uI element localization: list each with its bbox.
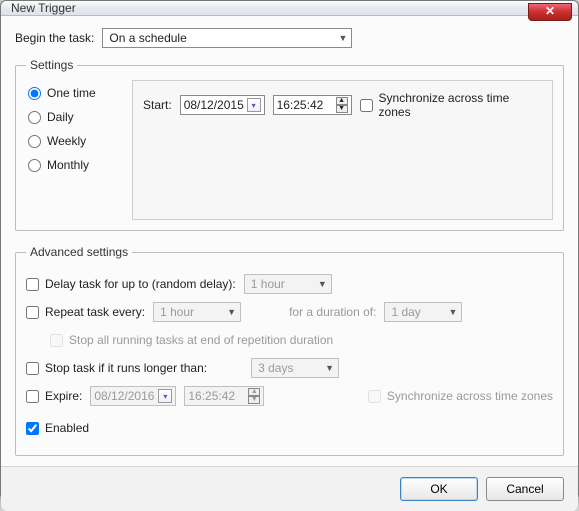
expire-time-input[interactable]: 16:25:42 ▲ ▼	[184, 386, 264, 406]
radio-onetime-label: One time	[47, 86, 96, 100]
stop-if-longer-select[interactable]: 3 days ▼	[251, 358, 339, 378]
repeat-task-select[interactable]: 1 hour ▼	[153, 302, 241, 322]
window-title: New Trigger	[11, 1, 76, 15]
spinner-up-icon[interactable]: ▲	[336, 97, 348, 105]
delay-task-label: Delay task for up to (random delay):	[45, 277, 236, 291]
begin-task-select[interactable]: On a schedule ▼	[102, 28, 352, 48]
radio-weekly-label: Weekly	[47, 134, 86, 148]
stop-all-tasks-checkbox	[50, 334, 63, 347]
radio-monthly[interactable]: Monthly	[28, 158, 114, 172]
expire-sync-checkbox	[368, 390, 381, 403]
settings-group: Settings One time Daily Weekly	[15, 58, 564, 231]
stop-if-longer-label: Stop task if it runs longer than:	[45, 361, 207, 375]
stop-all-tasks-label: Stop all running tasks at end of repetit…	[69, 333, 333, 347]
start-time-value: 16:25:42	[277, 98, 324, 112]
start-date-value: 08/12/2015	[184, 98, 244, 112]
chevron-down-icon: ▼	[318, 279, 327, 289]
delay-task-select[interactable]: 1 hour ▼	[244, 274, 332, 294]
expire-sync-label: Synchronize across time zones	[387, 389, 553, 403]
begin-task-label: Begin the task:	[15, 31, 94, 45]
radio-daily-label: Daily	[47, 110, 74, 124]
expire-sync-timezones: Synchronize across time zones	[368, 389, 553, 403]
repeat-task-value: 1 hour	[160, 305, 194, 319]
enabled-label: Enabled	[45, 421, 89, 435]
expire-date-value: 08/12/2016	[94, 389, 154, 403]
stop-if-longer[interactable]: Stop task if it runs longer than:	[26, 361, 207, 375]
radio-daily[interactable]: Daily	[28, 110, 114, 124]
dialog-new-trigger: New Trigger ✕ Begin the task: On a sched…	[0, 0, 579, 500]
radio-weekly-input[interactable]	[28, 135, 41, 148]
radio-daily-input[interactable]	[28, 111, 41, 124]
calendar-icon[interactable]: ▾	[158, 389, 172, 403]
sync-timezones-checkbox[interactable]	[360, 99, 373, 112]
time-spinner[interactable]: ▲ ▼	[336, 97, 348, 113]
stop-all-tasks: Stop all running tasks at end of repetit…	[50, 333, 333, 347]
delay-task-value: 1 hour	[251, 277, 285, 291]
advanced-group: Advanced settings Delay task for up to (…	[15, 245, 564, 456]
close-button[interactable]: ✕	[528, 3, 572, 21]
spinner-up-icon[interactable]: ▲	[248, 388, 260, 396]
chevron-down-icon: ▼	[227, 307, 236, 317]
dialog-footer: OK Cancel	[1, 466, 578, 511]
radio-onetime-input[interactable]	[28, 87, 41, 100]
settings-legend: Settings	[26, 58, 77, 72]
repeat-task-checkbox[interactable]	[26, 306, 39, 319]
start-time-input[interactable]: 16:25:42 ▲ ▼	[273, 95, 352, 115]
advanced-legend: Advanced settings	[26, 245, 132, 259]
expire-date-input[interactable]: 08/12/2016 ▾	[90, 386, 176, 406]
ok-button[interactable]: OK	[400, 477, 478, 501]
begin-task-row: Begin the task: On a schedule ▼	[15, 28, 564, 48]
radio-monthly-input[interactable]	[28, 159, 41, 172]
chevron-down-icon: ▼	[325, 363, 334, 373]
spinner-down-icon[interactable]: ▼	[336, 105, 348, 113]
expire[interactable]: Expire:	[26, 389, 82, 403]
schedule-radios: One time Daily Weekly Monthly	[26, 80, 118, 220]
start-pane: Start: 08/12/2015 ▾ 16:25:42 ▲ ▼	[132, 80, 553, 220]
chevron-down-icon: ▼	[338, 33, 347, 43]
titlebar: New Trigger ✕	[1, 1, 578, 16]
delay-task[interactable]: Delay task for up to (random delay):	[26, 277, 236, 291]
repeat-task[interactable]: Repeat task every:	[26, 305, 145, 319]
enabled[interactable]: Enabled	[26, 421, 89, 435]
begin-task-value: On a schedule	[109, 31, 186, 45]
spinner-down-icon[interactable]: ▼	[248, 396, 260, 404]
sync-timezones-label: Synchronize across time zones	[379, 91, 542, 119]
stop-if-longer-checkbox[interactable]	[26, 362, 39, 375]
radio-onetime[interactable]: One time	[28, 86, 114, 100]
repeat-task-label: Repeat task every:	[45, 305, 145, 319]
start-date-input[interactable]: 08/12/2015 ▾	[180, 95, 265, 115]
radio-monthly-label: Monthly	[47, 158, 89, 172]
sync-timezones[interactable]: Synchronize across time zones	[360, 91, 542, 119]
stop-if-longer-value: 3 days	[258, 361, 293, 375]
chevron-down-icon: ▼	[449, 307, 458, 317]
radio-weekly[interactable]: Weekly	[28, 134, 114, 148]
expire-label: Expire:	[45, 389, 82, 403]
delay-task-checkbox[interactable]	[26, 278, 39, 291]
enabled-checkbox[interactable]	[26, 422, 39, 435]
calendar-icon[interactable]: ▾	[247, 98, 261, 112]
cancel-button[interactable]: Cancel	[486, 477, 564, 501]
duration-value: 1 day	[391, 305, 420, 319]
start-label: Start:	[143, 98, 172, 112]
duration-label: for a duration of:	[289, 305, 376, 319]
duration-select[interactable]: 1 day ▼	[384, 302, 462, 322]
dialog-body: Begin the task: On a schedule ▼ Settings…	[1, 16, 578, 466]
expire-time-value: 16:25:42	[188, 389, 235, 403]
time-spinner[interactable]: ▲ ▼	[248, 388, 260, 404]
expire-checkbox[interactable]	[26, 390, 39, 403]
